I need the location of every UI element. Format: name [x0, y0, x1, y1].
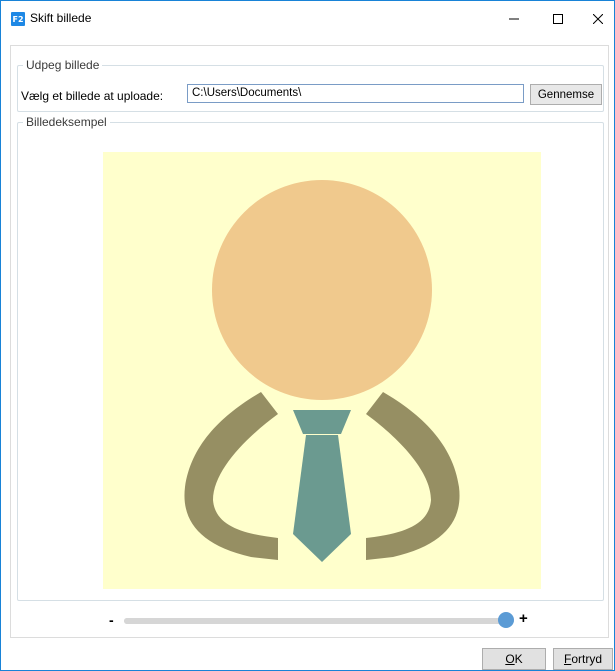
- app-icon: F2: [11, 12, 25, 26]
- maximize-button[interactable]: [538, 1, 578, 37]
- ok-label-rest: K: [514, 652, 523, 666]
- avatar-head: [212, 180, 432, 400]
- minimize-button[interactable]: [494, 1, 534, 37]
- zoom-slider-track[interactable]: [124, 618, 514, 624]
- zoom-in-label: +: [519, 610, 528, 627]
- close-button[interactable]: [582, 1, 614, 37]
- select-picture-legend: Udpeg billede: [23, 58, 103, 72]
- zoom-slider-fill: [124, 618, 507, 624]
- ok-mnemonic: O: [505, 652, 515, 666]
- cancel-button[interactable]: Fortryd: [553, 648, 613, 670]
- window-title: Skift billede: [30, 11, 92, 25]
- title-bar: F2 Skift billede: [1, 1, 614, 37]
- close-icon: [593, 14, 603, 24]
- file-path-input[interactable]: C:\Users\Documents\: [187, 84, 524, 103]
- zoom-out-label: -: [109, 612, 114, 628]
- cancel-label-rest: ortryd: [571, 652, 603, 666]
- preview-image: [103, 152, 541, 589]
- ok-button[interactable]: OK: [482, 648, 546, 670]
- minimize-icon: [509, 18, 519, 20]
- cancel-mnemonic: F: [563, 652, 572, 666]
- change-picture-dialog: F2 Skift billede Udpeg billede Billedeks…: [0, 0, 615, 671]
- preview-legend: Billedeksempel: [23, 115, 110, 129]
- upload-label: Vælg et billede at uploade:: [21, 89, 164, 103]
- avatar-tie-knot: [293, 410, 351, 434]
- browse-button[interactable]: Gennemse: [530, 84, 602, 105]
- maximize-icon: [553, 14, 563, 24]
